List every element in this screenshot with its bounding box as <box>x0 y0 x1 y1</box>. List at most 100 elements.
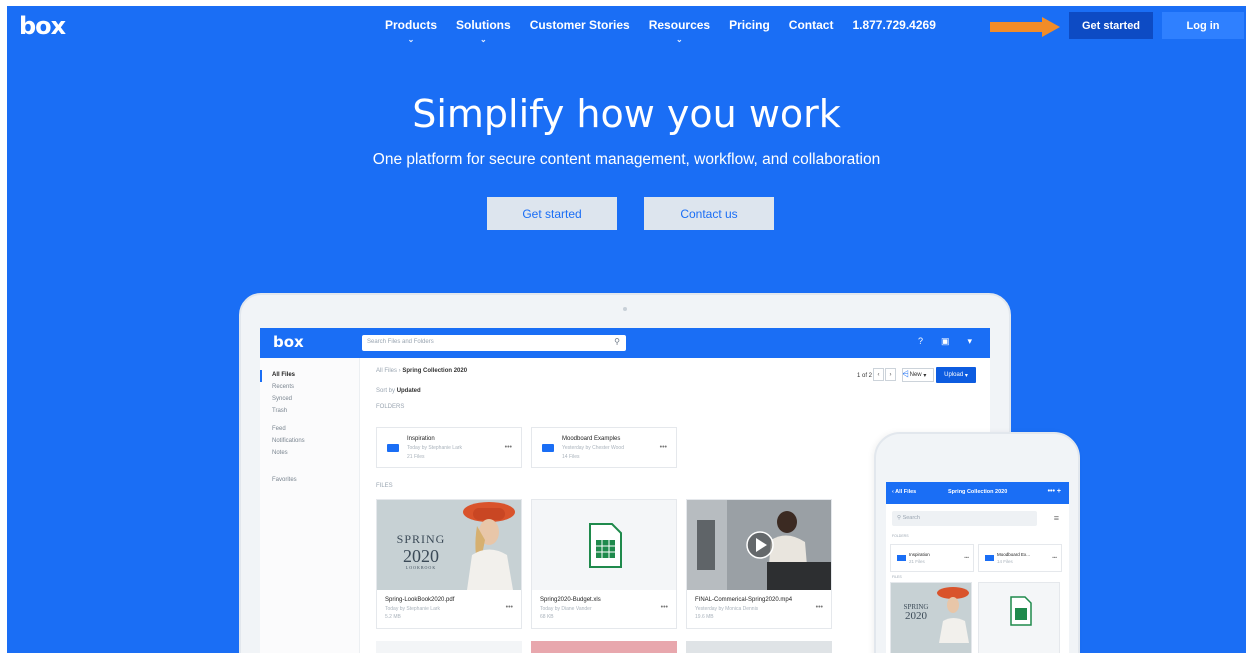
breadcrumb: All Files › Spring Collection 2020 <box>376 368 468 374</box>
pager-label: 1 of 2 <box>856 373 872 379</box>
phone-folders-heading: FOLDERS <box>892 534 909 538</box>
nav-products-label: Products <box>385 18 438 32</box>
folder-meta: Yesterday by Chester Wood <box>562 445 624 451</box>
login-button[interactable]: Log in <box>1162 12 1244 39</box>
nav-contact-label: Contact <box>788 18 834 32</box>
sidebar-item-recents: Recents <box>272 384 295 390</box>
dropdown-icon: ▾ <box>967 336 972 346</box>
sidebar-item-notes: Notes <box>272 450 288 456</box>
phone-search-placeholder: Search <box>902 515 920 521</box>
app-header: box Search Files and Folders ⚲ ? ▣ ▾ <box>260 328 990 358</box>
nav-contact[interactable]: Contact <box>789 18 834 32</box>
phone-header: ‹ All Files Spring Collection 2020 ••• + <box>886 482 1069 504</box>
folder-icon <box>387 444 399 452</box>
search-icon: ⚲ <box>614 337 620 346</box>
nav-phone[interactable]: 1.877.729.4269 <box>852 18 935 32</box>
nav-solutions-label: Solutions <box>456 18 511 32</box>
files-heading: FILES <box>376 483 393 489</box>
phone-search-input: ⚲ Search <box>892 511 1037 526</box>
panel-icon: ▣ <box>940 336 950 346</box>
hero-title: Simplify how you work <box>412 92 841 136</box>
upload-label: Upload <box>944 372 964 378</box>
folder-icon <box>542 444 554 452</box>
file-card: FINAL-Commerical-Spring2020.mp4 Yesterda… <box>686 499 832 629</box>
folder-icon <box>985 555 994 561</box>
lookbook-spring: SPRING <box>396 532 446 546</box>
sidebar-item-all-files: All Files <box>272 372 296 378</box>
folder-count: 14 Files <box>562 454 580 460</box>
hero-subtitle: One platform for secure content manageme… <box>372 151 881 168</box>
prev-page-icon: ‹ <box>873 368 884 381</box>
box-logo[interactable]: box <box>19 12 66 40</box>
nav-resources-label: Resources <box>648 18 711 32</box>
active-indicator <box>260 370 262 382</box>
chevron-down-icon: ⌄ <box>407 35 415 44</box>
nav-products[interactable]: Products ⌄ <box>385 18 438 44</box>
nav-solutions[interactable]: Solutions ⌄ <box>456 18 511 44</box>
nav-customer-stories[interactable]: Customer Stories <box>530 18 630 32</box>
phone-folder-card: Inspiration 21 Files ••• <box>890 544 974 572</box>
folders-heading: FOLDERS <box>376 404 405 410</box>
video-thumbnail <box>687 500 831 590</box>
main-nav: Products ⌄ Solutions ⌄ Customer Stories Re… <box>385 18 955 44</box>
phone-files-heading: FILES <box>892 575 902 579</box>
get-started-button[interactable]: Get started <box>487 197 617 230</box>
breadcrumb-current: Spring Collection 2020 <box>402 368 468 374</box>
file-meta: Today by Stephanie Lark <box>385 606 441 612</box>
phone-folder-name: Moodboard Ex... <box>997 552 1031 557</box>
more-icon: ••• <box>660 604 668 611</box>
phone-lookbook-text: SPRING 2020 <box>897 603 935 622</box>
more-icon: ••• <box>964 555 969 560</box>
arrow-right-icon <box>990 17 1060 37</box>
sidebar-item-favorites: Favorites <box>272 477 297 483</box>
app-search-placeholder: Search Files and Folders <box>367 339 434 345</box>
file-name: Spring-LookBook2020.pdf <box>385 597 455 603</box>
folder-icon <box>897 555 906 561</box>
file-meta: Yesterday by Monica Dennis <box>695 606 759 612</box>
app-header-icons: ? ▣ ▾ <box>918 336 972 347</box>
file-card-partial <box>376 641 522 653</box>
hero-section: box Products ⌄ Solutions ⌄ Customer Storie… <box>7 6 1246 653</box>
help-icon: ? <box>917 336 923 346</box>
chevron-down-icon: ⌄ <box>676 35 683 44</box>
sidebar-item-feed: Feed <box>272 426 286 432</box>
folder-name: Inspiration <box>407 436 435 442</box>
file-name: FINAL-Commerical-Spring2020.mp4 <box>695 597 793 603</box>
sort-label: Sort by <box>376 388 396 394</box>
app-sidebar: All Files Recents Synced Trash Feed Noti… <box>260 358 360 653</box>
phone-file-card: SPRING 2020 <box>890 582 972 653</box>
new-label: New <box>909 372 922 378</box>
lookbook-text: SPRING 2020 LOOKBOOK <box>391 532 451 570</box>
contact-us-button[interactable]: Contact us <box>644 197 774 230</box>
nav-phone-label: 1.877.729.4269 <box>852 18 936 32</box>
sort-icon: ≡ <box>1053 513 1059 523</box>
file-name: Spring2020-Budget.xls <box>540 597 601 603</box>
sidebar-item-trash: Trash <box>272 408 288 414</box>
app-logo: box <box>273 333 304 351</box>
breadcrumb-root: All Files <box>376 368 398 374</box>
phone-folder-count: 14 Files <box>997 559 1013 564</box>
more-icon: ••• <box>659 444 667 451</box>
file-meta: Today by Diane Vander <box>540 606 592 612</box>
lookbook-year: 2020 <box>403 546 439 566</box>
nav-resources[interactable]: Resources ⌄ <box>648 18 711 44</box>
spreadsheet-thumbnail <box>532 500 676 590</box>
more-plus-icons: ••• + <box>1047 488 1061 495</box>
phone-folder-count: 21 Files <box>909 559 925 564</box>
nav-pricing[interactable]: Pricing <box>729 18 770 32</box>
more-icon: ••• <box>504 444 512 451</box>
sort-value: Updated <box>396 388 421 394</box>
back-link: ‹ All Files <box>892 489 917 495</box>
lookbook-caption: LOOKBOOK <box>405 565 437 570</box>
video-illustration <box>687 500 831 590</box>
folder-count: 21 Files <box>407 454 425 460</box>
new-button: New ▾ <box>902 368 934 382</box>
app-search-input: Search Files and Folders ⚲ <box>362 335 626 351</box>
phone-screen: ‹ All Files Spring Collection 2020 ••• +… <box>886 482 1069 653</box>
folder-card: Moodboard Examples Yesterday by Chester … <box>531 427 677 468</box>
phone-file-card <box>978 582 1060 653</box>
file-size: 5.2 MB <box>385 614 401 620</box>
spreadsheet-icon <box>589 523 622 568</box>
header-get-started-button[interactable]: Get started <box>1069 12 1153 39</box>
phone-lookbook-year: 2020 <box>905 610 927 622</box>
